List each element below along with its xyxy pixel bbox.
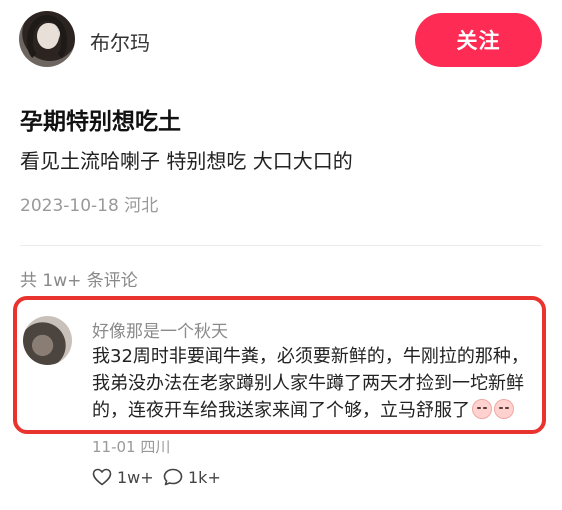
comment-text-body: 我32周时非要闻牛粪，必须要新鲜的，牛刚拉的那种，我弟没办法在老家蹲别人家牛蹲了…: [92, 346, 529, 421]
crying-face-icon: [472, 399, 492, 419]
divider: [20, 245, 542, 246]
comment-meta: 11-01 四川: [92, 438, 171, 456]
comment-bubble-icon: [163, 468, 183, 486]
comment-count: 共 1w+ 条评论: [20, 271, 138, 291]
post-body: 看见土流哈喇子 特别想吃 大口大口的: [20, 149, 353, 173]
follow-button[interactable]: 关注: [415, 13, 542, 67]
reply-button[interactable]: 1k+: [163, 466, 221, 488]
reply-count: 1k+: [188, 467, 221, 487]
like-button[interactable]: 1w+: [92, 466, 154, 488]
crying-face-icon: [494, 399, 514, 419]
commenter-name[interactable]: 好像那是一个秋天: [92, 317, 228, 342]
author-name[interactable]: 布尔玛: [90, 27, 150, 56]
post-meta: 2023-10-18 河北: [20, 196, 159, 216]
author-avatar[interactable]: [19, 11, 75, 67]
avatar-face: [37, 23, 59, 49]
commenter-avatar[interactable]: [23, 316, 72, 365]
heart-icon: [92, 468, 112, 486]
comment-text: 我32周时非要闻牛粪，必须要新鲜的，牛刚拉的那种，我弟没办法在老家蹲别人家牛蹲了…: [92, 343, 537, 424]
like-count: 1w+: [117, 467, 154, 487]
post-title: 孕期特别想吃土: [20, 109, 181, 135]
